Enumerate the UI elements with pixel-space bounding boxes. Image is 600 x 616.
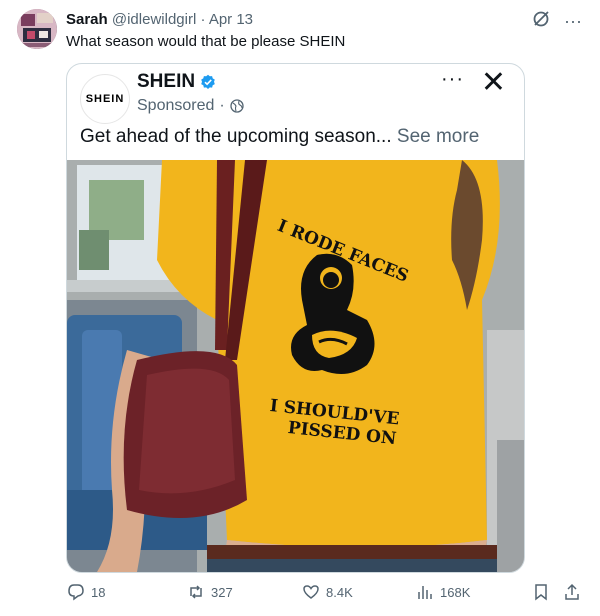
grok-icon[interactable] — [532, 10, 550, 31]
views-count: 168K — [440, 584, 471, 600]
like-count: 8.4K — [326, 584, 353, 600]
see-more-link[interactable]: See more — [397, 126, 479, 147]
author-name[interactable]: Sarah — [66, 11, 108, 28]
tweet: Sarah @idlewildgirl · Apr 13 ··· What se… — [0, 0, 600, 616]
ad-more-icon[interactable]: ··· — [441, 68, 464, 91]
reply-button[interactable]: 18 — [67, 583, 105, 601]
tweet-action-bar: 18 327 8.4K 168K — [0, 583, 600, 609]
views-icon — [418, 586, 432, 599]
verified-badge-icon — [201, 74, 215, 89]
reply-icon — [68, 584, 84, 601]
repost-button[interactable]: 327 — [187, 583, 233, 601]
repost-icon — [190, 585, 202, 599]
repost-count: 327 — [211, 584, 233, 600]
separator: · — [200, 11, 206, 28]
bookmark-button[interactable] — [532, 583, 550, 601]
ad-card[interactable]: SHEIN SHEIN Sponsored · ··· ✕ Get ahead … — [66, 63, 525, 573]
reply-count: 18 — [91, 584, 106, 600]
sponsored-row: Sponsored · — [137, 97, 244, 115]
globe-icon — [230, 99, 244, 113]
more-icon[interactable]: ··· — [564, 12, 582, 30]
advertiser-name[interactable]: SHEIN — [137, 71, 195, 93]
sponsored-label: Sponsored — [137, 97, 215, 114]
ad-image[interactable]: I RODE FACES I SHOULD'VE PISSED ON — [67, 160, 524, 572]
tweet-date[interactable]: Apr 13 — [209, 11, 253, 28]
close-icon[interactable]: ✕ — [481, 65, 506, 100]
separator: · — [219, 97, 225, 114]
advertiser-name-row: SHEIN — [137, 71, 216, 93]
advertiser-logo[interactable]: SHEIN — [80, 74, 130, 124]
heart-icon — [303, 585, 319, 599]
avatar[interactable] — [17, 9, 57, 49]
tweet-top-icons: ··· — [532, 10, 582, 31]
author-handle[interactable]: @idlewildgirl — [112, 11, 196, 28]
tweet-text: What season would that be please SHEIN — [66, 33, 346, 50]
tweet-header: Sarah @idlewildgirl · Apr 13 — [66, 11, 253, 28]
bookmark-icon — [535, 584, 547, 601]
views-button[interactable]: 168K — [416, 583, 470, 601]
ad-copy: Get ahead of the upcoming season... See … — [80, 126, 479, 148]
share-button[interactable] — [563, 583, 581, 601]
like-button[interactable]: 8.4K — [302, 583, 353, 601]
share-icon — [565, 583, 579, 600]
ad-copy-text: Get ahead of the upcoming season... — [80, 126, 392, 147]
